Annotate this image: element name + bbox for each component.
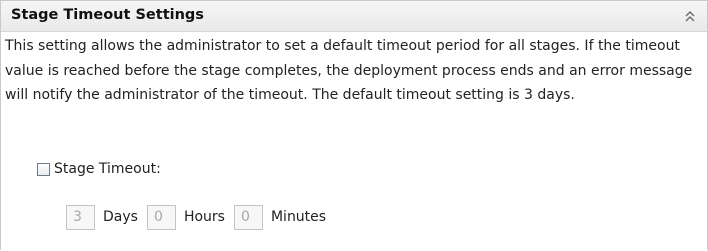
minutes-input[interactable]	[233, 204, 263, 230]
minutes-label: Minutes	[270, 209, 327, 225]
stage-timeout-label[interactable]: Stage Timeout:	[54, 161, 161, 177]
hours-label: Hours	[183, 209, 225, 225]
double-chevron-up-icon[interactable]	[683, 8, 697, 24]
days-input[interactable]	[66, 204, 95, 230]
days-label: Days	[103, 209, 138, 225]
stage-timeout-panel: Stage Timeout Settings This setting allo…	[0, 0, 708, 250]
panel-description: This setting allows the administrator to…	[5, 38, 693, 103]
panel-title: Stage Timeout Settings	[11, 7, 204, 23]
timeout-fields-row: Days Hours Minutes	[66, 204, 335, 230]
stage-timeout-row: Stage Timeout:	[37, 160, 161, 178]
hours-input[interactable]	[146, 204, 176, 230]
panel-header: Stage Timeout Settings	[1, 1, 707, 32]
stage-timeout-checkbox[interactable]	[37, 162, 50, 176]
